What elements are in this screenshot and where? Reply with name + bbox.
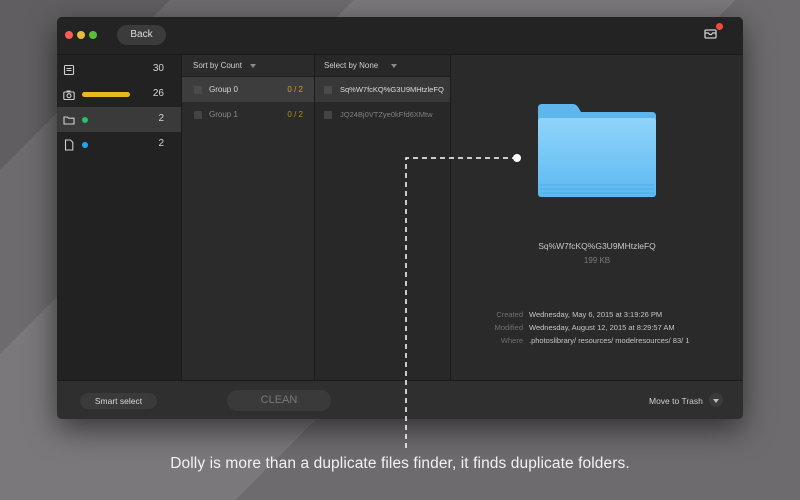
group-row[interactable]: Group 0 0 / 2 [182,77,314,102]
group-checkbox[interactable] [194,111,202,119]
zoom-window-button[interactable] [89,31,97,39]
chevron-down-icon[interactable] [709,393,723,407]
file-row[interactable]: Sq%W7fcKQ%G3U9MHtzleFQ [315,77,450,102]
group-ratio: 0 / 2 [287,85,303,94]
album-icon [63,63,75,76]
sidebar-item-albums[interactable]: 30 [57,57,181,82]
sidebar-count: 26 [152,88,164,99]
meta-key: Created [496,310,523,319]
group-checkbox[interactable] [194,86,202,94]
group-name: Group 0 [209,85,238,94]
meta-key: Where [500,336,523,345]
group-ratio: 0 / 2 [287,110,303,119]
sidebar-item-folders[interactable]: 2 [57,107,181,132]
sort-label: Sort by Count [193,61,242,70]
files-column: Select by None Sq%W7fcKQ%G3U9MHtzleFQ JQ… [315,55,451,380]
meta-modified: Modified Wednesday, August 12, 2015 at 8… [451,323,743,335]
file-checkbox[interactable] [324,111,332,119]
title-bar: Back [57,17,743,55]
blue-status-dot [82,142,88,148]
sidebar-count: 2 [158,113,164,124]
camera-icon [63,88,75,101]
clean-button[interactable]: CLEAN [227,390,331,411]
select-label: Select by None [324,61,379,70]
meta-value[interactable]: .photoslibrary/ resources/ modelresource… [529,336,690,345]
sidebar: 30 26 2 2 [57,55,182,380]
sidebar-item-documents[interactable]: 2 [57,132,181,157]
close-window-button[interactable] [65,31,73,39]
sidebar-count: 2 [158,138,164,149]
green-status-dot [82,117,88,123]
meta-created: Created Wednesday, May 6, 2015 at 3:19:2… [451,310,743,322]
notification-badge [716,23,723,30]
photos-progress-bar [82,92,130,97]
file-name: Sq%W7fcKQ%G3U9MHtzleFQ [340,85,444,94]
folder-icon [535,103,659,199]
meta-value: Wednesday, May 6, 2015 at 3:19:26 PM [529,310,663,319]
group-row[interactable]: Group 1 0 / 2 [182,102,314,127]
sort-dropdown[interactable]: Sort by Count [182,55,314,77]
file-row[interactable]: JQ24Bj0VTZye0kFfd6XMtw [315,102,450,127]
sidebar-count: 30 [152,63,164,74]
minimize-window-button[interactable] [77,31,85,39]
meta-value: Wednesday, August 12, 2015 at 8:29:57 AM [529,323,675,332]
groups-column: Sort by Count Group 0 0 / 2 Group 1 0 / … [182,55,315,380]
chevron-down-icon [391,64,397,68]
move-to-trash-label[interactable]: Move to Trash [649,396,703,406]
detail-panel: Sq%W7fcKQ%G3U9MHtzleFQ 199 KB Created We… [451,55,743,380]
meta-where: Where .photoslibrary/ resources/ modelre… [451,336,743,348]
chevron-down-icon [250,64,256,68]
meta-key: Modified [494,323,523,332]
bottom-toolbar: Smart select CLEAN Move to Trash [57,380,743,419]
promo-caption: Dolly is more than a duplicate files fin… [170,455,630,472]
sidebar-item-photos[interactable]: 26 [57,82,181,107]
back-button[interactable]: Back [117,25,166,45]
file-name: JQ24Bj0VTZye0kFfd6XMtw [340,110,433,119]
detail-file-size: 199 KB [583,256,611,265]
group-name: Group 1 [209,110,238,119]
document-icon [63,138,75,151]
tray-icon[interactable] [702,23,723,43]
folder-icon [63,113,75,125]
smart-select-button[interactable]: Smart select [80,393,157,409]
app-window: Back 30 26 2 2 Sort by Count Group 0 0 /… [57,17,743,419]
select-dropdown[interactable]: Select by None [315,55,450,77]
file-checkbox[interactable] [324,86,332,94]
detail-file-name: Sq%W7fcKQ%G3U9MHtzleFQ [538,241,656,251]
